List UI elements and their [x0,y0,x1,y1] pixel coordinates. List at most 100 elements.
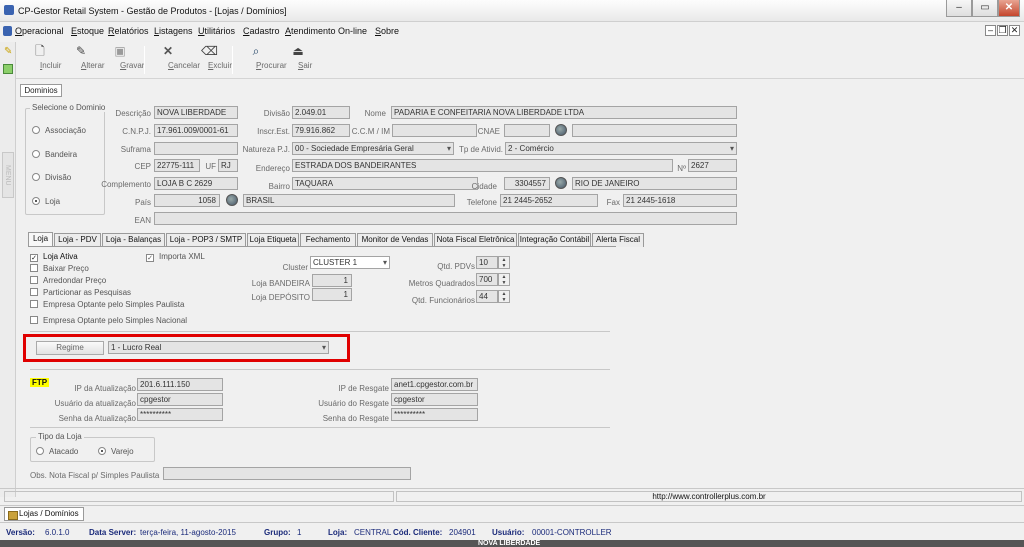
obs-nf-field[interactable] [163,467,411,480]
fax-field[interactable]: 21 2445-1618 [623,194,737,207]
toolbar: 🗋 Incluir ✎ Alterar ▣ Gravar ✕ Cancelar ⌫ Exc… [16,42,816,78]
ean-field[interactable] [154,212,737,225]
check-importa-xml[interactable]: ✓ Importa XML [146,252,205,262]
suframa-field[interactable] [154,142,238,155]
menu-estoque[interactable]: Estoque [71,26,104,36]
numero-field[interactable]: 2627 [688,159,737,172]
cidade-code-field[interactable]: 3304557 [504,177,550,190]
usuario-atualizacao-field[interactable]: cpgestor [137,393,223,406]
tab-loja-pop3-smtp[interactable]: Loja - POP3 / SMTP [166,233,246,247]
side-menu-label[interactable]: MENU [2,152,14,198]
check-baixar-preco[interactable]: Baixar Preço [30,264,89,273]
fax-label: Fax [606,198,620,207]
toolbar-separator [144,46,145,74]
cancelar-button[interactable]: ✕ Cancelar [148,44,200,70]
tpativ-select[interactable]: 2 - Comércio [505,142,737,155]
cep-field[interactable]: 22775-111 [154,159,200,172]
check-simples-paulista[interactable]: Empresa Optante pelo Simples Paulista [30,300,184,309]
senha-atualizacao-field[interactable]: ********** [137,408,223,421]
mdi-close-button[interactable]: ✕ [1009,25,1020,36]
cnae-desc-field[interactable] [572,124,737,137]
tab-loja[interactable]: Loja [28,232,53,247]
tab-loja-pdv[interactable]: Loja - PDV [54,233,101,247]
complemento-field[interactable]: LOJA B C 2629 [154,177,238,190]
task-tab-lojas[interactable]: Lojas / Domínios [4,507,84,521]
ccm-field[interactable] [392,124,477,137]
excluir-button[interactable]: ⌫ Excluir [188,44,232,70]
check-particionar[interactable]: Particionar as Pesquisas [30,288,131,297]
cluster-select[interactable]: CLUSTER 1 [310,256,390,269]
cnae-code-field[interactable] [504,124,550,137]
check-arredondar-preco[interactable]: Arredondar Preço [30,276,106,285]
tab-integracao-contabil[interactable]: Integração Contábil [518,233,591,247]
pais-search-icon[interactable] [226,194,238,206]
divisao-field[interactable]: 2.049.01 [292,106,350,119]
descricao-field[interactable]: NOVA LIBERDADE [154,106,238,119]
tab-alerta-fiscal[interactable]: Alerta Fiscal [592,233,644,247]
check-loja-ativa[interactable]: ✓ Loja Ativa [30,252,78,262]
radio-loja[interactable]: Loja [32,197,60,206]
funcionarios-spinner[interactable]: ▲ ▼ [498,290,510,303]
mdi-restore-button[interactable]: ❐ [997,25,1008,36]
cidade-search-icon[interactable] [555,177,567,189]
radio-atacado[interactable]: Atacado [36,447,78,456]
pin-icon[interactable]: ✎ [4,46,12,57]
metros-field[interactable]: 700 [476,273,498,286]
uf-field[interactable]: RJ [218,159,238,172]
regime-select[interactable]: 1 - Lucro Real [108,341,329,354]
pdvs-spinner[interactable]: ▲ ▼ [498,256,510,269]
alterar-button[interactable]: ✎ Alterar [61,44,105,70]
funcionarios-field[interactable]: 44 [476,290,498,303]
natureza-select[interactable]: 00 - Sociedade Empresária Geral [292,142,454,155]
radio-bandeira[interactable]: Bandeira [32,150,77,159]
tab-nota-fiscal-eletronica[interactable]: Nota Fiscal Eletrônica [434,233,517,247]
mdi-controls: – ❐ ✕ [984,25,1020,36]
check-simples-nacional[interactable]: Empresa Optante pelo Simples Nacional [30,316,187,325]
cidade-field[interactable]: RIO DE JANEIRO [572,177,737,190]
tab-dominios[interactable]: Dominios [20,84,62,97]
nome-field[interactable]: PADARIA E CONFEITARIA NOVA LIBERDADE LTD… [391,106,737,119]
expand-icon[interactable] [3,64,13,74]
regime-button[interactable]: Regime [36,341,104,355]
menu-atendimento[interactable]: Atendimento On-line [285,26,367,36]
cnpj-field[interactable]: 17.961.009/0001-61 [154,124,238,137]
senha-resgate-field[interactable]: ********** [391,408,478,421]
pdvs-field[interactable]: 10 [476,256,498,269]
menu-relatorios[interactable]: Relatórios [108,26,149,36]
tab-loja-balancas[interactable]: Loja - Balanças [102,233,165,247]
minimize-button[interactable]: – [946,0,972,17]
bairro-field[interactable]: TAQUARA [292,177,478,190]
radio-varejo[interactable]: Varejo [98,447,134,456]
usuario-resgate-field[interactable]: cpgestor [391,393,478,406]
maximize-button[interactable]: ▭ [972,0,998,17]
menu-utilitarios[interactable]: Utilitários [198,26,235,36]
sair-button[interactable]: ⏏ Sair [278,44,318,70]
cnae-search-icon[interactable] [555,124,567,136]
gravar-button[interactable]: ▣ Gravar [100,44,144,70]
pais-field[interactable]: BRASIL [243,194,455,207]
ean-label: EAN [134,216,151,225]
tab-monitor-vendas[interactable]: Monitor de Vendas [357,233,433,247]
ip-atualizacao-field[interactable]: 201.6.111.150 [137,378,223,391]
endereco-field[interactable]: ESTRADA DOS BANDEIRANTES [292,159,673,172]
ip-resgate-field[interactable]: anet1.cpgestor.com.br [391,378,478,391]
bandeira-field[interactable]: 1 [312,274,352,287]
menu-sobre[interactable]: Sobre [375,26,399,36]
mdi-minimize-button[interactable]: – [985,25,996,36]
incluir-button[interactable]: 🗋 Incluir [20,44,61,70]
menu-operacional[interactable]: Operacional [15,26,64,36]
menu-listagens[interactable]: Listagens [154,26,193,36]
radio-divisao[interactable]: Divisão [32,173,71,182]
metros-spinner[interactable]: ▲ ▼ [498,273,510,286]
telefone-field[interactable]: 21 2445-2652 [500,194,598,207]
radio-associacao[interactable]: Associação [32,126,86,135]
close-button[interactable]: ✕ [998,0,1020,17]
procurar-button[interactable]: ⌕ Procurar [236,44,287,70]
deposito-field[interactable]: 1 [312,288,352,301]
pais-code-field[interactable]: 1058 [154,194,220,207]
tab-loja-etiqueta[interactable]: Loja Etiqueta [247,233,299,247]
ip-resgate-label: IP de Resgate [338,384,389,393]
tab-fechamento[interactable]: Fechamento [300,233,356,247]
inscr-field[interactable]: 79.916.862 [292,124,350,137]
menu-cadastro[interactable]: Cadastro [243,26,280,36]
